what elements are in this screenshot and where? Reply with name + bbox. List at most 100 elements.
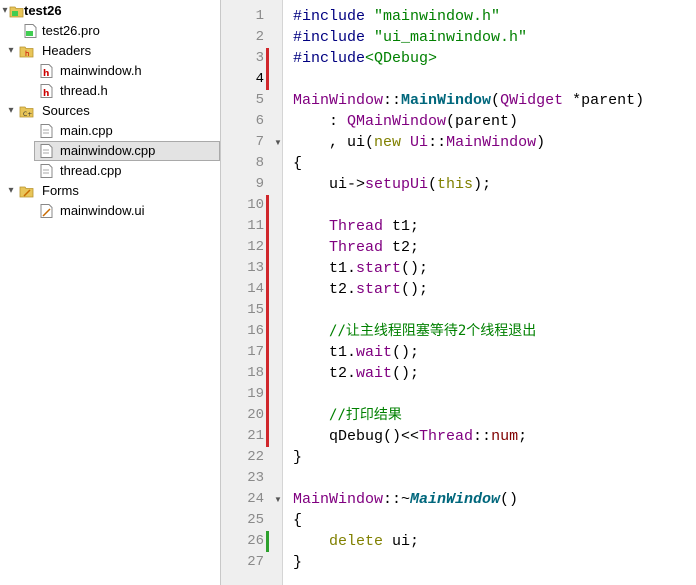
line-number[interactable]: 4 bbox=[221, 69, 264, 90]
change-marker-modified bbox=[266, 342, 269, 363]
code-line-27: } bbox=[293, 554, 303, 571]
line-number[interactable]: 13 bbox=[221, 258, 264, 279]
line-number[interactable]: 19 bbox=[221, 384, 264, 405]
code-line-6: : QMainWindow(parent) bbox=[293, 113, 519, 130]
code-line-20: //打印结果 bbox=[329, 407, 402, 423]
change-marker-modified bbox=[266, 48, 269, 69]
tree-item-forms[interactable]: ▾ Forms bbox=[0, 181, 220, 201]
line-number[interactable]: 18 bbox=[221, 363, 264, 384]
line-number[interactable]: 9 bbox=[221, 174, 264, 195]
code-line-11: Thread t1; bbox=[329, 218, 420, 235]
tree-file-label: mainwindow.cpp bbox=[60, 143, 156, 158]
code-line-8: { bbox=[293, 155, 303, 172]
change-marker-saved bbox=[266, 531, 269, 552]
code-line-13: t1.start(); bbox=[293, 260, 429, 277]
tree-item-pro-file[interactable]: test26.pro bbox=[0, 21, 220, 41]
line-number[interactable]: 17 bbox=[221, 342, 264, 363]
tree-item-headers[interactable]: ▾ h Headers bbox=[0, 41, 220, 61]
line-number[interactable]: 3 bbox=[221, 48, 264, 69]
code-line-9: ui->setupUi(this); bbox=[293, 176, 492, 193]
source-file-icon bbox=[40, 164, 54, 178]
line-number[interactable]: 5 bbox=[221, 90, 264, 111]
form-folder-icon bbox=[19, 184, 34, 198]
line-number[interactable]: 16 bbox=[221, 321, 264, 342]
code-line-21: qDebug()<<Thread::num; bbox=[293, 428, 528, 445]
line-number[interactable]: 21 bbox=[221, 426, 264, 447]
code-line-25: { bbox=[293, 512, 303, 529]
svg-text:h: h bbox=[25, 50, 29, 58]
tree-file-label: thread.cpp bbox=[60, 163, 122, 178]
change-marker-modified bbox=[266, 216, 269, 237]
header-folder-icon: h bbox=[19, 44, 34, 58]
line-number[interactable]: 12 bbox=[221, 237, 264, 258]
code-line-26: delete ui; bbox=[329, 533, 420, 550]
code-line-14: t2.start(); bbox=[293, 281, 429, 298]
tree-item-source-file-selected[interactable]: mainwindow.cpp bbox=[34, 141, 220, 161]
line-number[interactable]: 1 bbox=[221, 6, 264, 27]
line-number[interactable]: 23 bbox=[221, 468, 264, 489]
change-marker-modified bbox=[266, 363, 269, 384]
tree-item-project[interactable]: ▾ test26 bbox=[0, 1, 220, 21]
change-marker-modified bbox=[266, 321, 269, 342]
line-number[interactable]: 24 bbox=[221, 489, 264, 510]
tree-item-header-file[interactable]: h mainwindow.h bbox=[0, 61, 220, 81]
qt-project-folder-icon bbox=[9, 4, 24, 18]
tree-file-label: thread.h bbox=[60, 83, 108, 98]
change-marker-modified bbox=[266, 426, 269, 447]
change-marker-modified bbox=[266, 69, 269, 90]
line-number-gutter[interactable]: 1 2 3 4 5 6 7 8 9 10 11 12 13 14 15 16 17 18 19 20 21 22 23 24 2… bbox=[221, 0, 283, 585]
line-number[interactable]: 26 bbox=[221, 531, 264, 552]
svg-text:h: h bbox=[43, 89, 49, 98]
line-number[interactable]: 14 bbox=[221, 279, 264, 300]
code-line-12: Thread t2; bbox=[329, 239, 420, 256]
line-number[interactable]: 15 bbox=[221, 300, 264, 321]
collapse-arrow-icon[interactable]: ▾ bbox=[5, 101, 17, 121]
tree-forms-label: Forms bbox=[42, 183, 79, 198]
code-line-1: #include "mainwindow.h" bbox=[293, 8, 501, 25]
tree-item-sources[interactable]: ▾ C+ Sources bbox=[0, 101, 220, 121]
project-tree: ▾ test26 test26.pro ▾ h Headers h mainwi… bbox=[0, 0, 220, 585]
code-line-24: MainWindow::~MainWindow() bbox=[293, 491, 519, 508]
tree-item-source-file[interactable]: main.cpp bbox=[0, 121, 220, 141]
tree-headers-label: Headers bbox=[42, 43, 92, 58]
change-marker-modified bbox=[266, 300, 269, 321]
change-marker-modified bbox=[266, 258, 269, 279]
change-marker-modified bbox=[266, 237, 269, 258]
line-number[interactable]: 6 bbox=[221, 111, 264, 132]
line-number[interactable]: 11 bbox=[221, 216, 264, 237]
tree-item-form-file[interactable]: mainwindow.ui bbox=[0, 201, 220, 221]
svg-text:C+: C+ bbox=[23, 111, 32, 118]
tree-item-header-file[interactable]: h thread.h bbox=[0, 81, 220, 101]
line-number[interactable]: 10 bbox=[221, 195, 264, 216]
code-line-18: t2.wait(); bbox=[293, 365, 420, 382]
line-number[interactable]: 2 bbox=[221, 27, 264, 48]
change-marker-modified bbox=[266, 195, 269, 216]
tree-file-label: mainwindow.h bbox=[60, 63, 142, 78]
header-file-icon: h bbox=[40, 84, 54, 99]
qt-pro-file-icon bbox=[24, 24, 38, 38]
code-editor[interactable]: #include "mainwindow.h" #include "ui_mai… bbox=[283, 0, 696, 585]
tree-item-source-file[interactable]: thread.cpp bbox=[0, 161, 220, 181]
collapse-arrow-icon[interactable]: ▾ bbox=[5, 41, 17, 61]
header-file-icon: h bbox=[40, 64, 54, 79]
tree-file-label: mainwindow.ui bbox=[60, 203, 145, 218]
code-line-16: //让主线程阻塞等待2个线程退出 bbox=[329, 323, 537, 339]
change-marker-modified bbox=[266, 405, 269, 426]
tree-sources-label: Sources bbox=[42, 103, 90, 118]
tree-file-label: main.cpp bbox=[60, 123, 113, 138]
code-line-22: } bbox=[293, 449, 303, 466]
line-number[interactable]: 25 bbox=[221, 510, 264, 531]
change-marker-modified bbox=[266, 279, 269, 300]
collapse-arrow-icon[interactable]: ▾ bbox=[5, 181, 17, 201]
line-number[interactable]: 20 bbox=[221, 405, 264, 426]
line-number[interactable]: 27 bbox=[221, 552, 264, 573]
source-file-icon bbox=[40, 144, 54, 158]
svg-text:h: h bbox=[43, 69, 49, 78]
line-number[interactable]: 7 bbox=[221, 132, 264, 153]
form-file-icon bbox=[40, 204, 54, 218]
source-folder-icon: C+ bbox=[19, 104, 34, 118]
code-line-3: #include<QDebug> bbox=[293, 50, 438, 67]
code-line-2: #include "ui_mainwindow.h" bbox=[293, 29, 528, 46]
line-number[interactable]: 22 bbox=[221, 447, 264, 468]
line-number[interactable]: 8 bbox=[221, 153, 264, 174]
